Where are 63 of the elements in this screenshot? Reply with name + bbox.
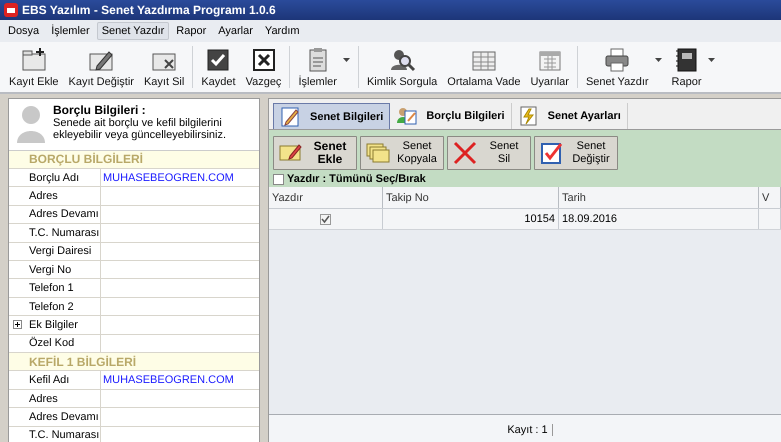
caret-icon — [654, 58, 662, 62]
panel-title: Borçlu Bilgileri : — [53, 103, 147, 117]
person-document-icon — [396, 105, 418, 127]
toolbar-button[interactable]: İşlemler — [289, 46, 355, 88]
toolbar-button[interactable]: Vazgeç — [240, 46, 286, 88]
toolbar-button[interactable]: Kimlik Sorgula — [358, 46, 442, 88]
caret-icon — [708, 58, 715, 62]
section-header: KEFİL 1 BİLGİLERİ — [9, 353, 259, 372]
tab[interactable]: Senet Bilgileri — [273, 103, 390, 129]
toolbar-button[interactable]: Kayıt Değiştir — [64, 46, 139, 88]
column-header[interactable]: V — [759, 187, 781, 208]
table-cell: 10154 — [383, 209, 559, 229]
property-label: Telefon 1 — [9, 279, 101, 297]
property-label: T.C. Numarası — [9, 224, 101, 242]
property-label: T.C. Numarası — [9, 426, 101, 442]
toolbar-button[interactable]: Ortalama Vade — [442, 46, 526, 88]
property-label: Adres — [9, 390, 101, 408]
section-header: BORÇLU BİLGİLERİ — [9, 150, 259, 169]
property-label: Adres — [9, 187, 101, 205]
column-header[interactable]: Tarih — [559, 187, 759, 208]
menu-item[interactable]: Ayarlar — [213, 22, 258, 40]
panel-description: Senede ait borçlu ve kefil bilgilerini ekleyebilir veya güncelleyebilirsiniz. — [53, 117, 228, 141]
property-label: Telefon 2 — [9, 298, 101, 316]
menu-item[interactable]: Yardım — [260, 22, 305, 40]
property-label: Adres Devamı — [9, 206, 101, 224]
menu-item[interactable]: İşlemler — [46, 22, 95, 40]
x-mark-icon — [452, 140, 478, 166]
row-checkbox[interactable] — [320, 214, 331, 224]
property-label: Vergi No — [9, 260, 101, 278]
column-header[interactable]: Takip No — [383, 187, 559, 208]
record-count: Kayıt : 1 — [507, 424, 553, 436]
property-value[interactable]: MUHASEBEOGREN.COM — [101, 168, 259, 186]
document-check-icon — [539, 140, 565, 166]
property-label: Vergi Dairesi — [9, 242, 101, 260]
toolbar-button[interactable]: Kayıt Sil — [138, 46, 190, 88]
table-cell: 18.09.2016 — [559, 209, 759, 229]
property-label: Ek Bilgiler — [9, 316, 101, 334]
property-label: Kefil Adı — [9, 371, 101, 389]
select-all-checkbox[interactable]: Yazdır : Tümünü Seç/Bırak — [273, 173, 777, 185]
caret-icon — [342, 58, 350, 62]
property-value[interactable]: MUHASEBEOGREN.COM — [101, 371, 259, 389]
menu-item[interactable]: Rapor — [171, 22, 212, 40]
action-button[interactable]: Senet Ekle — [273, 136, 357, 170]
menu-item[interactable]: Dosya — [3, 22, 44, 40]
window-title: EBS Yazılım - Senet Yazdırma Programı 1.0.6 — [22, 3, 276, 17]
action-button[interactable]: Senet Kopyala — [360, 136, 444, 170]
toolbar-button[interactable]: Kayıt Ekle — [4, 46, 64, 88]
toolbar-button[interactable]: Senet Yazdır — [576, 46, 667, 88]
tab[interactable]: Senet Ayarları — [512, 103, 628, 129]
menu-item[interactable]: Senet Yazdır — [96, 22, 170, 40]
column-header[interactable]: Yazdır — [269, 187, 383, 208]
toolbar-button[interactable]: Uyarılar — [525, 46, 574, 88]
property-label: Özel Kod — [9, 334, 101, 352]
checkbox-icon[interactable] — [273, 174, 284, 184]
property-label: Borçlu Adı — [9, 168, 101, 186]
expand-icon[interactable] — [13, 320, 22, 330]
tab[interactable]: Borçlu Bilgileri — [390, 103, 512, 129]
property-label: Adres Devamı — [9, 408, 101, 426]
toolbar-button[interactable]: Rapor — [666, 46, 720, 88]
action-button[interactable]: Senet Sil — [447, 136, 531, 170]
action-button[interactable]: Senet Değiştir — [534, 136, 618, 170]
toolbar-button[interactable]: Kaydet — [192, 46, 241, 88]
person-avatar-icon — [15, 103, 47, 145]
